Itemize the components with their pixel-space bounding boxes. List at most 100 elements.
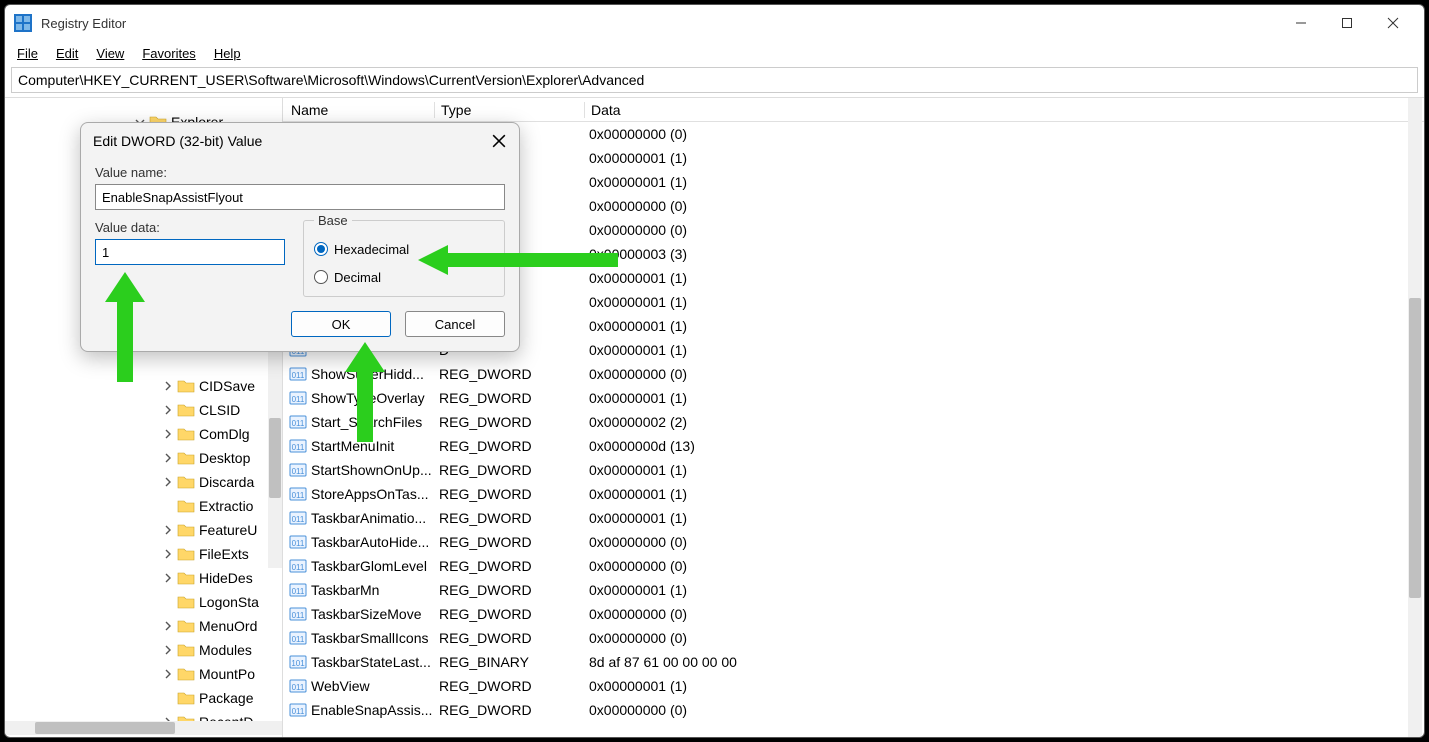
tree-node[interactable]: Desktop <box>5 446 282 470</box>
menu-help[interactable]: Help <box>214 46 241 61</box>
value-name: TaskbarGlomLevel <box>311 558 433 574</box>
value-row[interactable]: 011StartMenuInitREG_DWORD0x0000000d (13) <box>283 434 1424 458</box>
value-row[interactable]: 011TaskbarMnREG_DWORD0x00000001 (1) <box>283 578 1424 602</box>
svg-text:011: 011 <box>292 563 305 572</box>
tree-spacer <box>161 691 175 705</box>
value-name: TaskbarMn <box>311 582 433 598</box>
chevron-right-icon[interactable] <box>161 427 175 441</box>
tree-node[interactable]: Discarda <box>5 470 282 494</box>
value-data: 0x00000000 (0) <box>583 558 1424 574</box>
value-data: 0x00000001 (1) <box>583 582 1424 598</box>
dialog-close-button[interactable] <box>489 131 509 151</box>
value-data: 0x00000002 (2) <box>583 414 1424 430</box>
col-type-header[interactable]: Type <box>435 102 585 118</box>
value-row[interactable]: 011ShowSuperHidd...REG_DWORD0x00000000 (… <box>283 362 1424 386</box>
tree-node[interactable]: ComDlg <box>5 422 282 446</box>
tree-node[interactable]: Extractio <box>5 494 282 518</box>
cancel-button[interactable]: Cancel <box>405 311 505 337</box>
ok-button[interactable]: OK <box>291 311 391 337</box>
minimize-button[interactable] <box>1278 5 1324 41</box>
value-row[interactable]: 011Start_SearchFilesREG_DWORD0x00000002 … <box>283 410 1424 434</box>
value-row[interactable]: 011StoreAppsOnTas...REG_DWORD0x00000001 … <box>283 482 1424 506</box>
tree-node-label: ComDlg <box>199 426 250 442</box>
tree-node[interactable]: Package <box>5 686 282 710</box>
chevron-right-icon[interactable] <box>161 475 175 489</box>
value-type: REG_DWORD <box>433 558 583 574</box>
chevron-right-icon[interactable] <box>161 547 175 561</box>
value-name-input[interactable] <box>95 184 505 210</box>
registry-editor-window: Registry Editor File Edit View Favorites… <box>4 4 1425 738</box>
col-name-header[interactable]: Name <box>283 102 435 118</box>
tree-node[interactable]: FileExts <box>5 542 282 566</box>
radio-hex-label: Hexadecimal <box>334 242 409 257</box>
menu-file[interactable]: File <box>17 46 38 61</box>
tree-node[interactable]: Modules <box>5 638 282 662</box>
tree-node-label: FeatureU <box>199 522 257 538</box>
tree-node[interactable]: MountPo <box>5 662 282 686</box>
dword-icon: 011 <box>289 629 307 647</box>
close-button[interactable] <box>1370 5 1416 41</box>
folder-icon <box>177 427 195 441</box>
value-row[interactable]: 011StartShownOnUp...REG_DWORD0x00000001 … <box>283 458 1424 482</box>
chevron-right-icon[interactable] <box>161 643 175 657</box>
tree-node[interactable]: HideDes <box>5 566 282 590</box>
value-row[interactable]: 011TaskbarSmallIconsREG_DWORD0x00000000 … <box>283 626 1424 650</box>
folder-icon <box>177 691 195 705</box>
svg-text:011: 011 <box>292 611 305 620</box>
value-row[interactable]: 011ShowTypeOverlayREG_DWORD0x00000001 (1… <box>283 386 1424 410</box>
value-data: 8d af 87 61 00 00 00 00 <box>583 654 1424 670</box>
chevron-right-icon[interactable] <box>161 619 175 633</box>
menu-favorites[interactable]: Favorites <box>142 46 195 61</box>
value-type: REG_DWORD <box>433 438 583 454</box>
address-bar[interactable]: Computer\HKEY_CURRENT_USER\Software\Micr… <box>11 67 1418 93</box>
tree-node[interactable]: CLSID <box>5 398 282 422</box>
chevron-right-icon[interactable] <box>161 667 175 681</box>
value-row[interactable]: 101TaskbarStateLast...REG_BINARY8d af 87… <box>283 650 1424 674</box>
menu-edit[interactable]: Edit <box>56 46 78 61</box>
value-row[interactable]: 011EnableSnapAssis...REG_DWORD0x00000000… <box>283 698 1424 722</box>
value-data-input[interactable] <box>95 239 285 265</box>
tree-hscrollbar[interactable] <box>5 721 282 735</box>
folder-icon <box>177 595 195 609</box>
col-data-header[interactable]: Data <box>585 102 1424 118</box>
value-data: 0x00000001 (1) <box>583 678 1424 694</box>
tree-node-label: HideDes <box>199 570 253 586</box>
base-legend: Base <box>314 213 352 228</box>
tree-node[interactable]: LogonSta <box>5 590 282 614</box>
annotation-arrow-value <box>105 272 145 382</box>
regedit-icon <box>13 13 33 33</box>
tree-hscroll-thumb[interactable] <box>35 722 175 734</box>
tree-node[interactable]: FeatureU <box>5 518 282 542</box>
value-data: 0x00000003 (3) <box>583 246 1424 262</box>
chevron-right-icon[interactable] <box>161 571 175 585</box>
dword-icon: 011 <box>289 677 307 695</box>
main-vscrollbar[interactable] <box>1408 98 1422 737</box>
value-data: 0x00000000 (0) <box>583 702 1424 718</box>
chevron-right-icon[interactable] <box>161 451 175 465</box>
value-row[interactable]: 011WebViewREG_DWORD0x00000001 (1) <box>283 674 1424 698</box>
value-row[interactable]: 011 TaskbarGlomLevelREG_DWORD0x00000000 (… <box>283 554 1424 578</box>
maximize-button[interactable] <box>1324 5 1370 41</box>
tree-node-label: LogonSta <box>199 594 259 610</box>
value-row[interactable]: 011TaskbarAnimatio...REG_DWORD0x00000001… <box>283 506 1424 530</box>
value-row[interactable]: 011TaskbarSizeMoveREG_DWORD0x00000000 (0… <box>283 602 1424 626</box>
svg-text:011: 011 <box>292 587 305 596</box>
tree-vscroll-thumb[interactable] <box>269 418 281 498</box>
menu-view[interactable]: View <box>96 46 124 61</box>
tree-node-label: Package <box>199 690 253 706</box>
value-type: REG_DWORD <box>433 486 583 502</box>
tree-node[interactable]: MenuOrd <box>5 614 282 638</box>
chevron-right-icon[interactable] <box>161 403 175 417</box>
chevron-right-icon[interactable] <box>161 523 175 537</box>
chevron-right-icon[interactable] <box>161 379 175 393</box>
value-type: REG_DWORD <box>433 702 583 718</box>
value-row[interactable]: 011TaskbarAutoHide...REG_DWORD0x00000000… <box>283 530 1424 554</box>
value-data: 0x00000000 (0) <box>583 630 1424 646</box>
tree-node-label: MenuOrd <box>199 618 257 634</box>
folder-icon <box>177 667 195 681</box>
svg-text:011: 011 <box>292 635 305 644</box>
dword-icon: 011 <box>289 461 307 479</box>
svg-text:011: 011 <box>292 419 305 428</box>
value-data: 0x00000001 (1) <box>583 510 1424 526</box>
main-vscroll-thumb[interactable] <box>1409 298 1421 598</box>
